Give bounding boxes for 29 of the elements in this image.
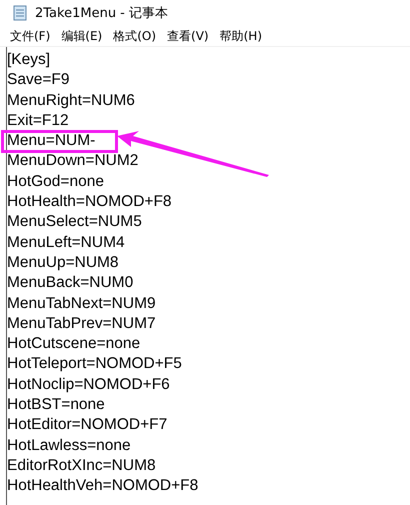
text-line: Menu=NUM- xyxy=(7,132,96,150)
text-line: HotHealthVeh=NOMOD+F8 xyxy=(7,477,198,494)
text-line: Save=F9 xyxy=(7,71,70,88)
text-line: EditorRotXInc=NUM8 xyxy=(7,456,156,474)
text-line: MenuLeft=NUM4 xyxy=(7,234,125,251)
text-line: HotNoclip=NOMOD+F6 xyxy=(7,376,170,393)
text-line: MenuDown=NUM2 xyxy=(7,152,138,170)
window-title: 2Take1Menu - 记事本 xyxy=(35,5,168,22)
text-line: HotBST=none xyxy=(7,396,105,414)
text-line: HotTeleport=NOMOD+F5 xyxy=(7,355,182,372)
text-line: Exit=F12 xyxy=(7,112,69,129)
menu-item[interactable]: 编辑(E) xyxy=(61,28,102,44)
text-line: MenuRight=NUM6 xyxy=(7,92,135,109)
menu-item[interactable]: 格式(O) xyxy=(113,28,156,44)
text-line: [Keys] xyxy=(7,51,50,68)
text-line: MenuSelect=NUM5 xyxy=(7,213,142,230)
menu-item[interactable]: 帮助(H) xyxy=(220,28,262,44)
text-line: HotGod=none xyxy=(7,172,104,190)
text-line: MenuUp=NUM8 xyxy=(7,254,119,271)
notepad-icon xyxy=(12,5,28,21)
text-line: HotHealth=NOMOD+F8 xyxy=(7,193,172,210)
text-line: MenuBack=NUM0 xyxy=(7,274,134,292)
text-line: HotEditor=NOMOD+F7 xyxy=(7,416,168,434)
menu-item[interactable]: 文件(F) xyxy=(10,28,50,44)
text-line: HotLawless=none xyxy=(7,436,131,454)
text-line: MenuTabNext=NUM9 xyxy=(7,294,156,312)
text-line: HotCutscene=none xyxy=(7,335,140,352)
menu-item[interactable]: 查看(V) xyxy=(167,28,209,44)
text-line: MenuTabPrev=NUM7 xyxy=(7,314,156,332)
